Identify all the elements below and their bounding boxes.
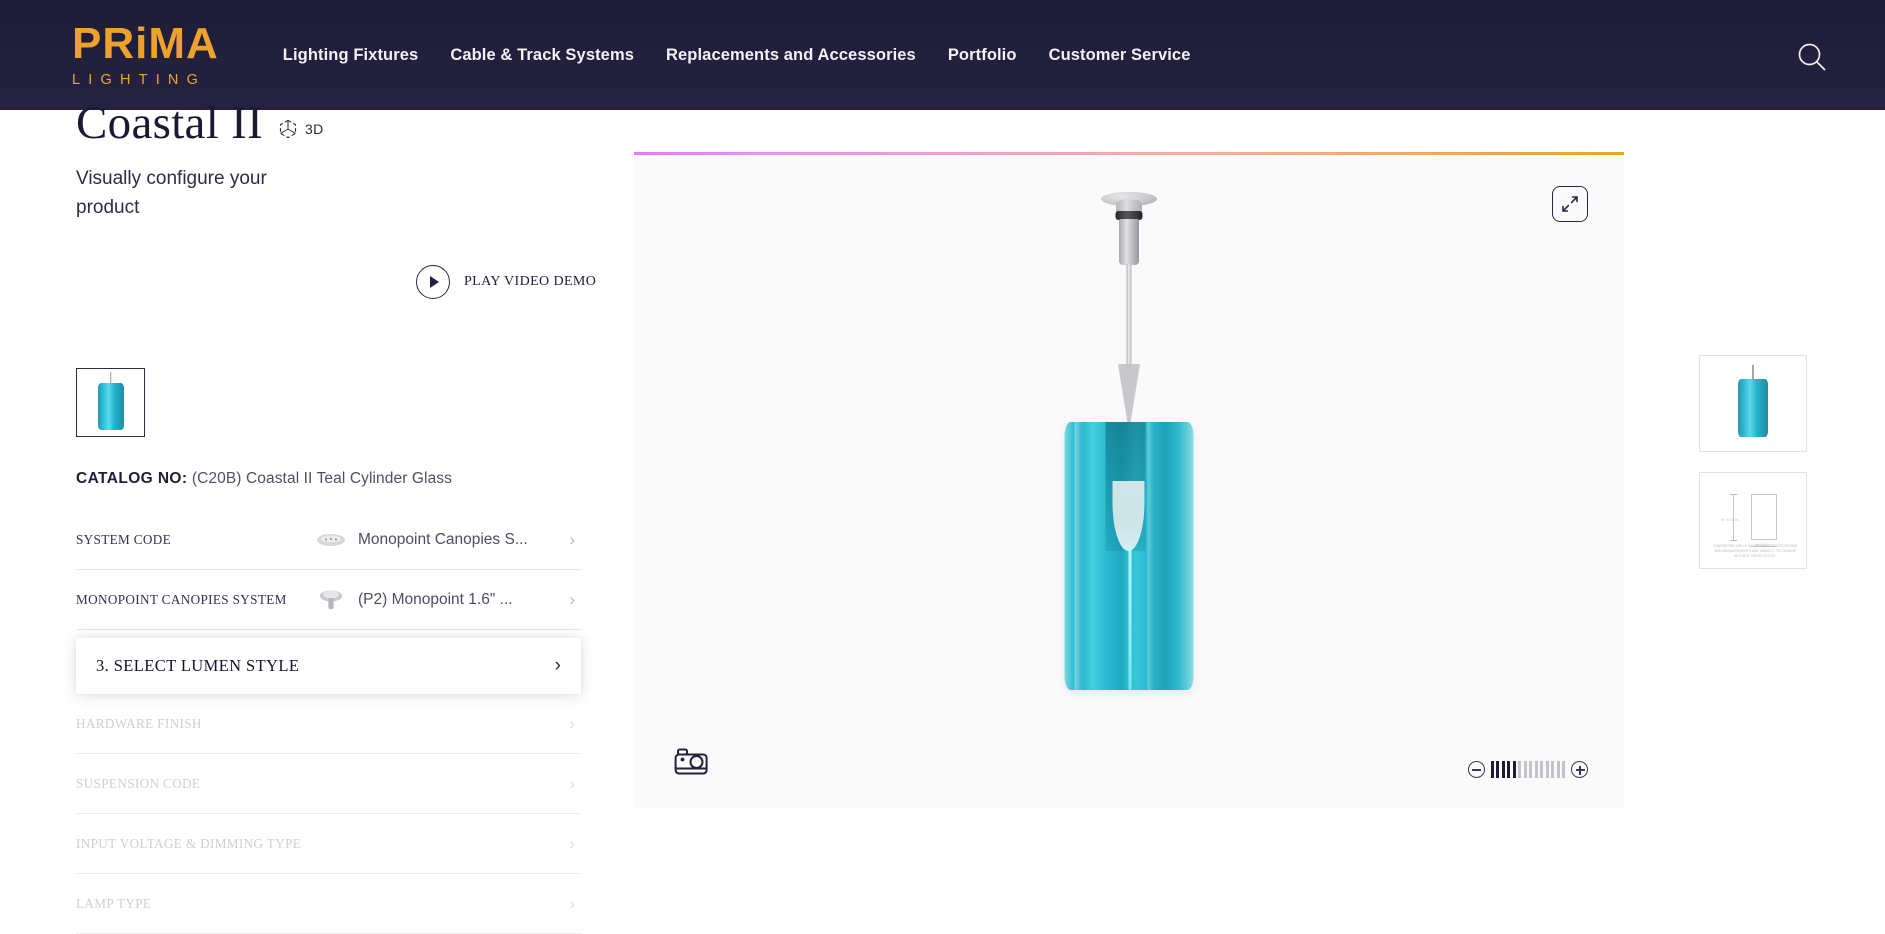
technical-drawing-thumbnail[interactable]: H: 10.5 in W: 5.0 in DIMENSIONS ARE IN I… [1699,472,1807,569]
swatch-cylinder-graphic [97,371,124,430]
tech-height-dimension: H: 10.5 in [1721,517,1739,522]
view-3d-badge[interactable]: 3D [277,118,324,140]
chevron-right-icon: › [569,589,575,609]
page-title: Coastal II [76,97,264,149]
step-select-lumen-style[interactable]: 3. SELECT LUMEN STYLE › [76,638,581,694]
option-row-input-voltage-dimming-type[interactable]: INPUT VOLTAGE & DIMMING TYPE › [76,814,581,874]
catalog-number-value: (C20B) Coastal II Teal Cylinder Glass [191,470,452,487]
nav-item-replacements-accessories[interactable]: Replacements and Accessories [650,46,932,65]
product-3d-viewer[interactable] [634,156,1624,808]
configurator-panel: Coastal II 3D Visually configure your pr… [0,100,620,934]
option-row-hardware-finish[interactable]: HARDWARE FINISH › [76,694,581,754]
render-suspension-rod [1126,264,1132,370]
catalog-number-label: CATALOG NO: [76,470,188,487]
option-label-input-voltage-dimming-type: INPUT VOLTAGE & DIMMING TYPE [76,835,302,851]
product-3d-render [1039,192,1219,792]
logo-primary-text: PRiMA [72,19,219,69]
main-navigation: Lighting Fixtures Cable & Track Systems … [267,46,1207,65]
nav-item-cable-track-systems[interactable]: Cable & Track Systems [434,46,650,65]
catalog-number: CATALOG NO: (C20B) Coastal II Teal Cylin… [76,470,452,488]
chevron-right-icon: › [569,893,575,913]
option-label-suspension-code: SUSPENSION CODE [76,775,201,791]
option-label-system-code: SYSTEM CODE [76,531,172,547]
chevron-right-icon: › [569,773,575,793]
view-3d-label: 3D [305,121,324,137]
option-row-monopoint-canopies-system[interactable]: MONOPOINT CANOPIES SYSTEM (P2) Monopoint… [76,570,581,630]
option-label-lamp-type: LAMP TYPE [76,895,152,911]
nav-item-portfolio[interactable]: Portfolio [932,46,1033,65]
zoom-slider-control[interactable] [1467,761,1588,778]
chevron-right-icon: › [569,713,575,733]
play-video-demo-button[interactable]: PLAY VIDEO DEMO [416,265,596,299]
render-teal-cylinder-glass [1064,422,1194,690]
option-row-system-code[interactable]: SYSTEM CODE Monopoint Canopies S... › [76,510,581,570]
logo-secondary-text: LIGHTING [72,72,207,89]
option-value-text-system-code: Monopoint Canopies S... [358,530,528,548]
viewer-accent-gradient-bar [634,152,1624,155]
step-label: 3. SELECT LUMEN STYLE [96,656,300,675]
pending-options-list: HARDWARE FINISH › SUSPENSION CODE › INPU… [76,694,581,934]
zoom-in-icon[interactable] [1571,761,1588,778]
camera-icon[interactable] [674,748,712,778]
option-value-system-code: Monopoint Canopies S... [316,529,528,551]
zoom-out-icon[interactable] [1467,761,1485,778]
canopy-plate-icon [316,529,346,551]
chevron-right-icon: › [554,655,561,676]
configurator-subtitle: Visually configure your product [76,168,267,218]
play-video-demo-label: PLAY VIDEO DEMO [464,274,597,289]
nav-item-customer-service[interactable]: Customer Service [1033,46,1207,65]
brand-logo[interactable]: PRiMA LIGHTING [72,22,219,88]
render-canopy-body [1119,219,1139,265]
product-title-row: Coastal II 3D [76,100,324,147]
option-label-hardware-finish: HARDWARE FINISH [76,715,202,731]
zoom-level-bars[interactable] [1490,761,1565,778]
tech-drawing-notes: DIMENSIONS ARE IN INCHES (IN). SPECIFICA… [1713,543,1798,558]
chevron-right-icon: › [569,833,575,853]
option-label-monopoint-canopies-system: MONOPOINT CANOPIES SYSTEM [76,591,287,607]
cube-3d-icon [279,119,297,139]
viewer-thumbnail-list: H: 10.5 in W: 5.0 in DIMENSIONS ARE IN I… [1699,355,1807,569]
chevron-right-icon: › [569,529,575,549]
product-variant-swatch[interactable] [76,368,145,437]
search-icon[interactable] [1795,40,1829,74]
nav-item-lighting-fixtures[interactable]: Lighting Fixtures [267,46,435,65]
technical-drawing-graphic: H: 10.5 in W: 5.0 in DIMENSIONS ARE IN I… [1700,473,1806,568]
option-row-suspension-code[interactable]: SUSPENSION CODE › [76,754,581,814]
selected-options-list: SYSTEM CODE Monopoint Canopies S... › MO… [76,510,581,630]
option-row-lamp-type[interactable]: LAMP TYPE › [76,874,581,934]
expand-arrows-icon[interactable] [1552,186,1588,222]
product-render-thumbnail[interactable] [1699,355,1807,452]
thumbnail-cylinder-graphic [1738,364,1768,437]
option-value-text-monopoint-canopies-system: (P2) Monopoint 1.6" ... [358,590,513,608]
option-value-monopoint-canopies-system: (P2) Monopoint 1.6" ... [316,589,513,611]
play-circle-icon [416,265,450,299]
monopoint-canopy-icon [316,589,346,611]
site-header: PRiMA LIGHTING Lighting Fixtures Cable &… [0,0,1885,110]
